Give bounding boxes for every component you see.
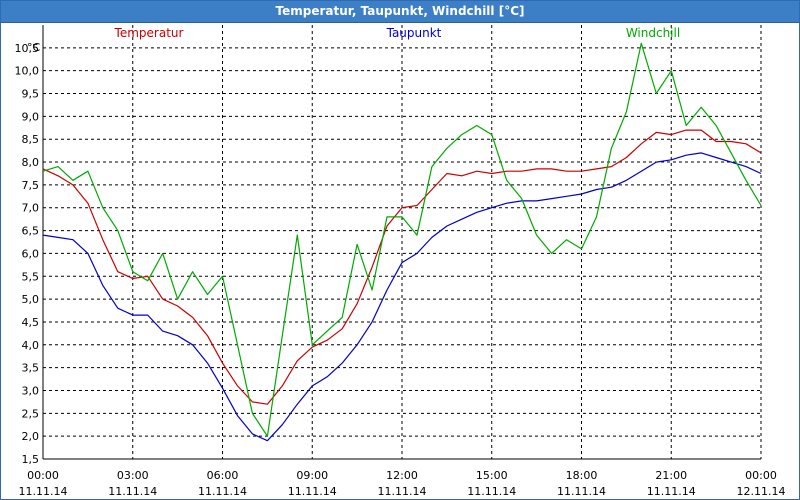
x-tick-time: 00:00 <box>27 469 59 482</box>
x-tick-date: 11.11.14 <box>378 485 427 498</box>
y-tick-label: 10,0 <box>15 65 40 78</box>
x-tick-time: 06:00 <box>207 469 239 482</box>
x-tick-date: 11.11.14 <box>557 485 606 498</box>
y-tick-label: 9,0 <box>22 110 40 123</box>
y-tick-label: 9,5 <box>22 88 40 101</box>
y-tick-label: 7,0 <box>22 202 40 215</box>
y-axis-label: °C <box>27 41 41 54</box>
chart-svg: 1,5 2,0 2,5 3,0 3,5 4,0 4,5 5,0 5,5 6,0 6,5 7,0 7,5 8… <box>15 25 786 498</box>
legend-item-windchill: Windchill <box>626 26 680 40</box>
series-line-windchill <box>42 42 762 437</box>
y-tick-label: 3,5 <box>22 362 40 375</box>
x-tick-time: 21:00 <box>655 469 687 482</box>
y-tick-label: 7,5 <box>22 179 40 192</box>
x-tick-time: 09:00 <box>296 469 328 482</box>
grid <box>43 25 762 459</box>
y-tick-label: 3,0 <box>22 384 40 397</box>
legend: Temperatur Taupunkt Windchill <box>114 26 681 40</box>
x-tick-time: 18:00 <box>566 469 598 482</box>
x-tick-date: 11.11.14 <box>288 485 337 498</box>
y-tick-label: 4,5 <box>22 316 40 329</box>
x-tick-date: 11.11.14 <box>198 485 247 498</box>
legend-item-temperatur: Temperatur <box>114 26 184 40</box>
y-tick-label: 2,0 <box>22 430 40 443</box>
tick-labels: 1,5 2,0 2,5 3,0 3,5 4,0 4,5 5,0 5,5 6,0 6,5 7,0 7,5 8… <box>15 41 786 498</box>
x-tick-time: 15:00 <box>476 469 508 482</box>
window-title: Temperatur, Taupunkt, Windchill [°C] <box>1 1 799 23</box>
y-tick-label: 4,0 <box>22 339 40 352</box>
x-tick-date: 11.11.14 <box>467 485 516 498</box>
y-tick-label: 6,5 <box>22 225 40 238</box>
x-tick-date: 11.11.14 <box>19 485 68 498</box>
x-tick-date: 11.11.14 <box>108 485 157 498</box>
y-tick-label: 1,5 <box>22 453 40 466</box>
legend-item-taupunkt: Taupunkt <box>386 26 442 40</box>
y-tick-label: 8,5 <box>22 133 40 146</box>
y-tick-label: 6,0 <box>22 247 40 260</box>
x-tick-time: 03:00 <box>117 469 149 482</box>
x-tick-date: 12.11.14 <box>737 485 786 498</box>
x-tick-time: 00:00 <box>745 469 777 482</box>
y-tick-label: 5,0 <box>22 293 40 306</box>
x-tick-date: 11.11.14 <box>647 485 696 498</box>
y-tick-label: 5,5 <box>22 270 40 283</box>
x-tick-time: 12:00 <box>386 469 418 482</box>
y-tick-label: 2,5 <box>22 407 40 420</box>
chart-window: Temperatur, Taupunkt, Windchill [°C] 1,5… <box>0 0 800 500</box>
y-tick-label: 8,0 <box>22 156 40 169</box>
